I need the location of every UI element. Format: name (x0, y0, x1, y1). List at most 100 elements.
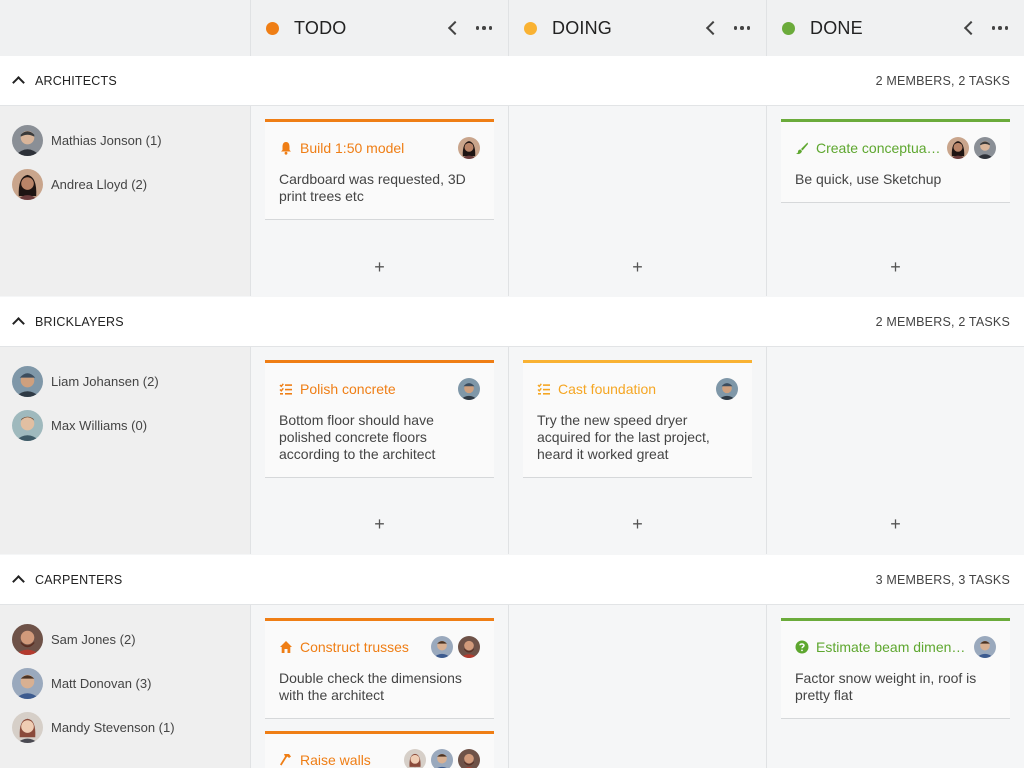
card-description: Factor snow weight in, roof is pretty fl… (795, 670, 977, 703)
lane-doing (508, 605, 766, 768)
column-title: DOING (552, 17, 613, 38)
member-list: Liam Johansen (2) Max Williams (0) (0, 347, 250, 554)
add-card-button[interactable]: + (509, 515, 766, 533)
task-card[interactable]: Polish concrete Bottom floor should have… (265, 360, 494, 478)
member-name: Max Williams (0) (51, 417, 148, 433)
avatar (974, 636, 996, 658)
member-item[interactable]: Andrea Lloyd (2) (0, 162, 250, 206)
avatar (12, 124, 43, 156)
member-name: Andrea Lloyd (2) (51, 176, 148, 192)
group-name: CARPENTERS (35, 572, 123, 587)
add-card-button[interactable]: + (251, 515, 508, 533)
more-options-icon[interactable] (991, 26, 1008, 30)
add-card-button[interactable]: + (767, 515, 1024, 533)
chevron-left-icon[interactable] (963, 20, 978, 36)
status-dot (782, 21, 795, 35)
avatar (12, 667, 43, 699)
lane-todo: Build 1:50 model Cardboard was requested… (250, 106, 508, 296)
column-title: TODO (294, 17, 347, 38)
member-name: Mandy Stevenson (1) (51, 719, 175, 735)
avatar (12, 711, 43, 743)
avatar (974, 137, 996, 159)
card-description: Try the new speed dryer acquired for the… (537, 412, 710, 462)
lane-done: Create conceptual... Be quick, use Sketc… (766, 106, 1024, 296)
question-icon (795, 640, 809, 654)
avatar (404, 749, 426, 768)
group-body-bricklayers: Liam Johansen (2) Max Williams (0) Polis… (0, 347, 1024, 554)
lane-doing: Cast foundation Try the new speed dryer … (508, 347, 766, 554)
task-card[interactable]: Cast foundation Try the new speed dryer … (523, 360, 752, 478)
hammer-icon (279, 753, 293, 767)
column-header-todo: TODO (250, 0, 508, 56)
member-item[interactable]: Sam Jones (2) (0, 617, 250, 661)
status-dot (524, 21, 537, 35)
task-card[interactable]: Create conceptual... Be quick, use Sketc… (781, 119, 1010, 203)
group-header-bricklayers[interactable]: BRICKLAYERS 2 MEMBERS, 2 TASKS (0, 297, 1024, 347)
board-header: TODO DOING DONE (0, 0, 1024, 56)
bell-icon (279, 141, 293, 155)
group-count: 2 MEMBERS, 2 TASKS (875, 73, 1010, 88)
more-options-icon[interactable] (475, 26, 492, 30)
add-card-button[interactable]: + (251, 258, 508, 276)
group-header-architects[interactable]: ARCHITECTS 2 MEMBERS, 2 TASKS (0, 56, 1024, 106)
group-body-architects: Mathias Jonson (1) Andrea Lloyd (2) Buil… (0, 106, 1024, 296)
house-icon (279, 640, 293, 654)
avatar (12, 623, 43, 655)
member-item[interactable]: Liam Johansen (2) (0, 359, 250, 403)
lane-todo: Construct trusses Double check the dimen… (250, 605, 508, 768)
member-item[interactable]: Max Williams (0) (0, 403, 250, 447)
task-card[interactable]: Build 1:50 model Cardboard was requested… (265, 119, 494, 220)
card-title: Build 1:50 model (300, 140, 405, 156)
group-count: 3 MEMBERS, 3 TASKS (875, 572, 1010, 587)
card-title: Construct trusses (300, 639, 409, 655)
group-name: BRICKLAYERS (35, 314, 124, 329)
member-list: Mathias Jonson (1) Andrea Lloyd (2) (0, 106, 250, 296)
member-name: Sam Jones (2) (51, 631, 136, 647)
group-name: ARCHITECTS (35, 73, 117, 88)
member-list: Sam Jones (2) Matt Donovan (3) Mandy Ste… (0, 605, 250, 768)
card-description: Double check the dimensions with the arc… (279, 670, 462, 703)
group-count: 2 MEMBERS, 2 TASKS (875, 314, 1010, 329)
card-description: Cardboard was requested, 3D print trees … (279, 171, 466, 204)
avatar (458, 137, 480, 159)
column-title: DONE (810, 17, 863, 38)
task-card[interactable]: Raise walls (265, 731, 494, 768)
member-name: Liam Johansen (2) (51, 373, 159, 389)
chevron-up-icon[interactable] (12, 575, 25, 588)
more-options-icon[interactable] (733, 26, 750, 30)
task-card[interactable]: Estimate beam dimens... Factor snow weig… (781, 618, 1010, 719)
member-item[interactable]: Matt Donovan (3) (0, 661, 250, 705)
card-title: Cast foundation (558, 381, 657, 397)
avatar (947, 137, 969, 159)
lane-doing: + (508, 106, 766, 296)
lane-done: Estimate beam dimens... Factor snow weig… (766, 605, 1024, 768)
avatar (458, 749, 480, 768)
lane-todo: Polish concrete Bottom floor should have… (250, 347, 508, 554)
chevron-up-icon[interactable] (12, 76, 25, 89)
add-card-button[interactable]: + (767, 258, 1024, 276)
avatar (458, 636, 480, 658)
avatar (431, 749, 453, 768)
avatar (12, 365, 43, 397)
avatar (12, 409, 43, 441)
chevron-up-icon[interactable] (12, 317, 25, 330)
group-header-carpenters[interactable]: CARPENTERS 3 MEMBERS, 3 TASKS (0, 555, 1024, 605)
group-body-carpenters: Sam Jones (2) Matt Donovan (3) Mandy Ste… (0, 605, 1024, 768)
task-card[interactable]: Construct trusses Double check the dimen… (265, 618, 494, 719)
member-item[interactable]: Mandy Stevenson (1) (0, 705, 250, 749)
checklist-icon (279, 382, 293, 396)
avatar (716, 378, 738, 400)
add-card-button[interactable]: + (509, 258, 766, 276)
header-corner (0, 0, 250, 56)
card-title: Estimate beam dimens... (816, 639, 968, 655)
member-item[interactable]: Mathias Jonson (1) (0, 118, 250, 162)
chevron-left-icon[interactable] (447, 20, 462, 36)
card-title: Polish concrete (300, 381, 396, 397)
lane-done: + (766, 347, 1024, 554)
brush-icon (795, 141, 809, 155)
card-description: Be quick, use Sketchup (795, 171, 942, 187)
avatar (458, 378, 480, 400)
column-header-doing: DOING (508, 0, 766, 56)
checklist-icon (537, 382, 551, 396)
chevron-left-icon[interactable] (705, 20, 720, 36)
